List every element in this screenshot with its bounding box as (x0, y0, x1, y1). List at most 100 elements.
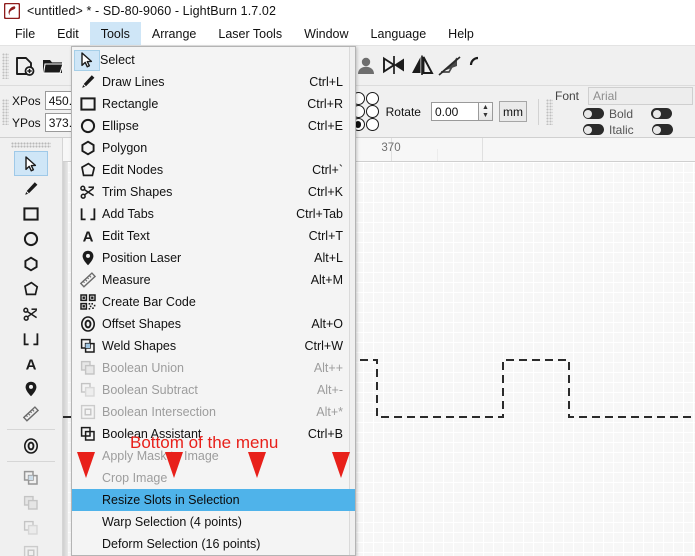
menubar-item-help[interactable]: Help (437, 22, 485, 45)
anchor-cell-2[interactable] (365, 92, 379, 105)
palette-offset-shapes-icon[interactable] (14, 433, 48, 458)
xpos-label: XPos (12, 93, 41, 108)
italic-toggle[interactable] (582, 124, 604, 135)
ungroup-icon[interactable] (352, 51, 380, 81)
menu-item-shortcut: Ctrl+L (309, 75, 343, 89)
title-bar: <untitled> * - SD-80-9060 - LightBurn 1.… (0, 0, 695, 22)
menu-item-ellipse[interactable]: Ellipse Ctrl+E (72, 115, 355, 137)
palette-boolean-subtract-icon[interactable] (14, 515, 48, 540)
menu-item-offset-shapes[interactable]: Offset Shapes Alt+O (72, 313, 355, 335)
palette-boolean-union-icon[interactable] (14, 490, 48, 515)
left-palette-grip[interactable] (11, 142, 51, 148)
menu-item-shortcut: Alt++ (313, 361, 343, 375)
menu-item-polygon[interactable]: Polygon (72, 137, 355, 159)
font-toolbar-grip[interactable] (545, 98, 553, 125)
menu-item-shortcut: Ctrl+R (307, 97, 343, 111)
menu-item-no-icon (74, 445, 102, 467)
barcode-icon (74, 291, 102, 313)
menubar-item-window[interactable]: Window (293, 22, 359, 45)
menu-item-label: Weld Shapes (102, 339, 177, 353)
menu-item-shortcut: Ctrl+T (308, 229, 343, 243)
rotate-input[interactable]: 0.00 (430, 102, 479, 121)
menu-item-label: Create Bar Code (102, 295, 196, 309)
menu-item-label: Edit Text (102, 229, 150, 243)
ellipse-icon (74, 115, 102, 137)
menubar-item-tools[interactable]: Tools (89, 22, 141, 45)
bold-toggle[interactable] (582, 108, 604, 119)
ruler-tick (436, 149, 438, 161)
extra-arrange-icon[interactable] (464, 51, 492, 81)
mirror-horizontal-icon[interactable] (380, 51, 408, 81)
menu-item-deform-selection-16-points[interactable]: Deform Selection (16 points) (72, 533, 355, 555)
left-palette-separator (7, 429, 55, 430)
window-title: <untitled> * - SD-80-9060 - LightBurn 1.… (27, 4, 276, 18)
anchor-cell-8[interactable] (365, 118, 379, 131)
menu-item-shortcut: Ctrl+` (312, 163, 343, 177)
palette-edit-text-icon[interactable]: A (14, 351, 48, 376)
menu-item-edit-text[interactable]: A Edit Text Ctrl+T (72, 225, 355, 247)
ypos-label: YPos (12, 115, 41, 130)
palette-weld-shapes-icon[interactable] (14, 465, 48, 490)
palette-select-arrow-icon[interactable] (14, 151, 48, 176)
menu-item-draw-lines[interactable]: Draw Lines Ctrl+L (72, 71, 355, 93)
menubar-item-edit[interactable]: Edit (46, 22, 90, 45)
menubar-item-file[interactable]: File (4, 22, 46, 45)
menu-item-shortcut: Ctrl+K (307, 185, 343, 199)
units-button[interactable]: mm (498, 101, 527, 122)
menu-item-edit-nodes[interactable]: Edit Nodes Ctrl+` (72, 159, 355, 181)
menubar-item-laser-tools[interactable]: Laser Tools (207, 22, 293, 45)
palette-trim-shapes-scissors-icon[interactable] (14, 301, 48, 326)
italic-toggle-secondary[interactable] (651, 124, 673, 135)
menu-item-shortcut: Ctrl+Tab (296, 207, 343, 221)
flip-diagonal-icon[interactable] (436, 51, 464, 81)
svg-text:A: A (83, 229, 94, 245)
menu-item-label: Select (100, 53, 135, 67)
menu-item-create-bar-code[interactable]: Create Bar Code (72, 291, 355, 313)
new-file-icon[interactable] (11, 51, 39, 81)
menu-item-shortcut: Alt+M (310, 273, 343, 287)
toolbar-grip[interactable] (2, 52, 9, 79)
font-select[interactable]: Arial (588, 86, 693, 105)
menu-item-label: Offset Shapes (102, 317, 181, 331)
menubar-item-arrange[interactable]: Arrange (141, 22, 207, 45)
position-laser-pin-icon (74, 247, 102, 269)
palette-polygon-icon[interactable] (14, 251, 48, 276)
menu-item-select[interactable]: Select (72, 49, 355, 71)
menu-item-no-icon (74, 467, 102, 489)
menu-item-boolean-assistant[interactable]: Boolean Assistant Ctrl+B (72, 423, 355, 445)
flip-vertical-icon[interactable] (408, 51, 436, 81)
open-folder-icon[interactable] (39, 51, 67, 81)
ruler-tick (482, 138, 483, 161)
anchor-cell-5[interactable] (365, 105, 379, 118)
tools-dropdown-menu[interactable]: Select Draw Lines Ctrl+L Rectangle Ctrl+R Ell… (71, 46, 356, 556)
rotate-spinner[interactable]: ▲ ▼ (478, 102, 493, 121)
palette-boolean-intersection-icon[interactable] (14, 540, 48, 556)
palette-edit-nodes-icon[interactable] (14, 276, 48, 301)
palette-draw-lines-pencil-icon[interactable] (14, 176, 48, 201)
palette-measure-ruler-icon[interactable] (14, 401, 48, 426)
menubar-item-language[interactable]: Language (360, 22, 438, 45)
menu-item-resize-slots-in-selection[interactable]: Resize Slots in Selection (72, 489, 355, 511)
menu-item-trim-shapes[interactable]: Trim Shapes Ctrl+K (72, 181, 355, 203)
menu-item-rectangle[interactable]: Rectangle Ctrl+R (72, 93, 355, 115)
menu-item-warp-selection-4-points[interactable]: Warp Selection (4 points) (72, 511, 355, 533)
menu-item-measure[interactable]: Measure Alt+M (72, 269, 355, 291)
palette-rectangle-icon[interactable] (14, 201, 48, 226)
properties-grip[interactable] (2, 98, 9, 125)
left-tool-palette: A (0, 138, 63, 556)
palette-position-laser-pin-icon[interactable] (14, 376, 48, 401)
bold-toggle-secondary[interactable] (651, 108, 673, 119)
menu-item-weld-shapes[interactable]: Weld Shapes Ctrl+W (72, 335, 355, 357)
menu-item-crop-image: Crop Image (72, 467, 355, 489)
menu-item-no-icon (74, 489, 102, 511)
offset-shapes-icon (74, 313, 102, 335)
menu-item-label: Measure (102, 273, 151, 287)
menu-item-position-laser[interactable]: Position Laser Alt+L (72, 247, 355, 269)
weld-shapes-icon (74, 335, 102, 357)
menu-item-add-tabs[interactable]: Add Tabs Ctrl+Tab (72, 203, 355, 225)
menu-item-label: Crop Image (102, 471, 168, 485)
edit-text-icon: A (74, 225, 102, 247)
menu-item-label: Boolean Subtract (102, 383, 198, 397)
palette-ellipse-icon[interactable] (14, 226, 48, 251)
palette-add-tabs-icon[interactable] (14, 326, 48, 351)
